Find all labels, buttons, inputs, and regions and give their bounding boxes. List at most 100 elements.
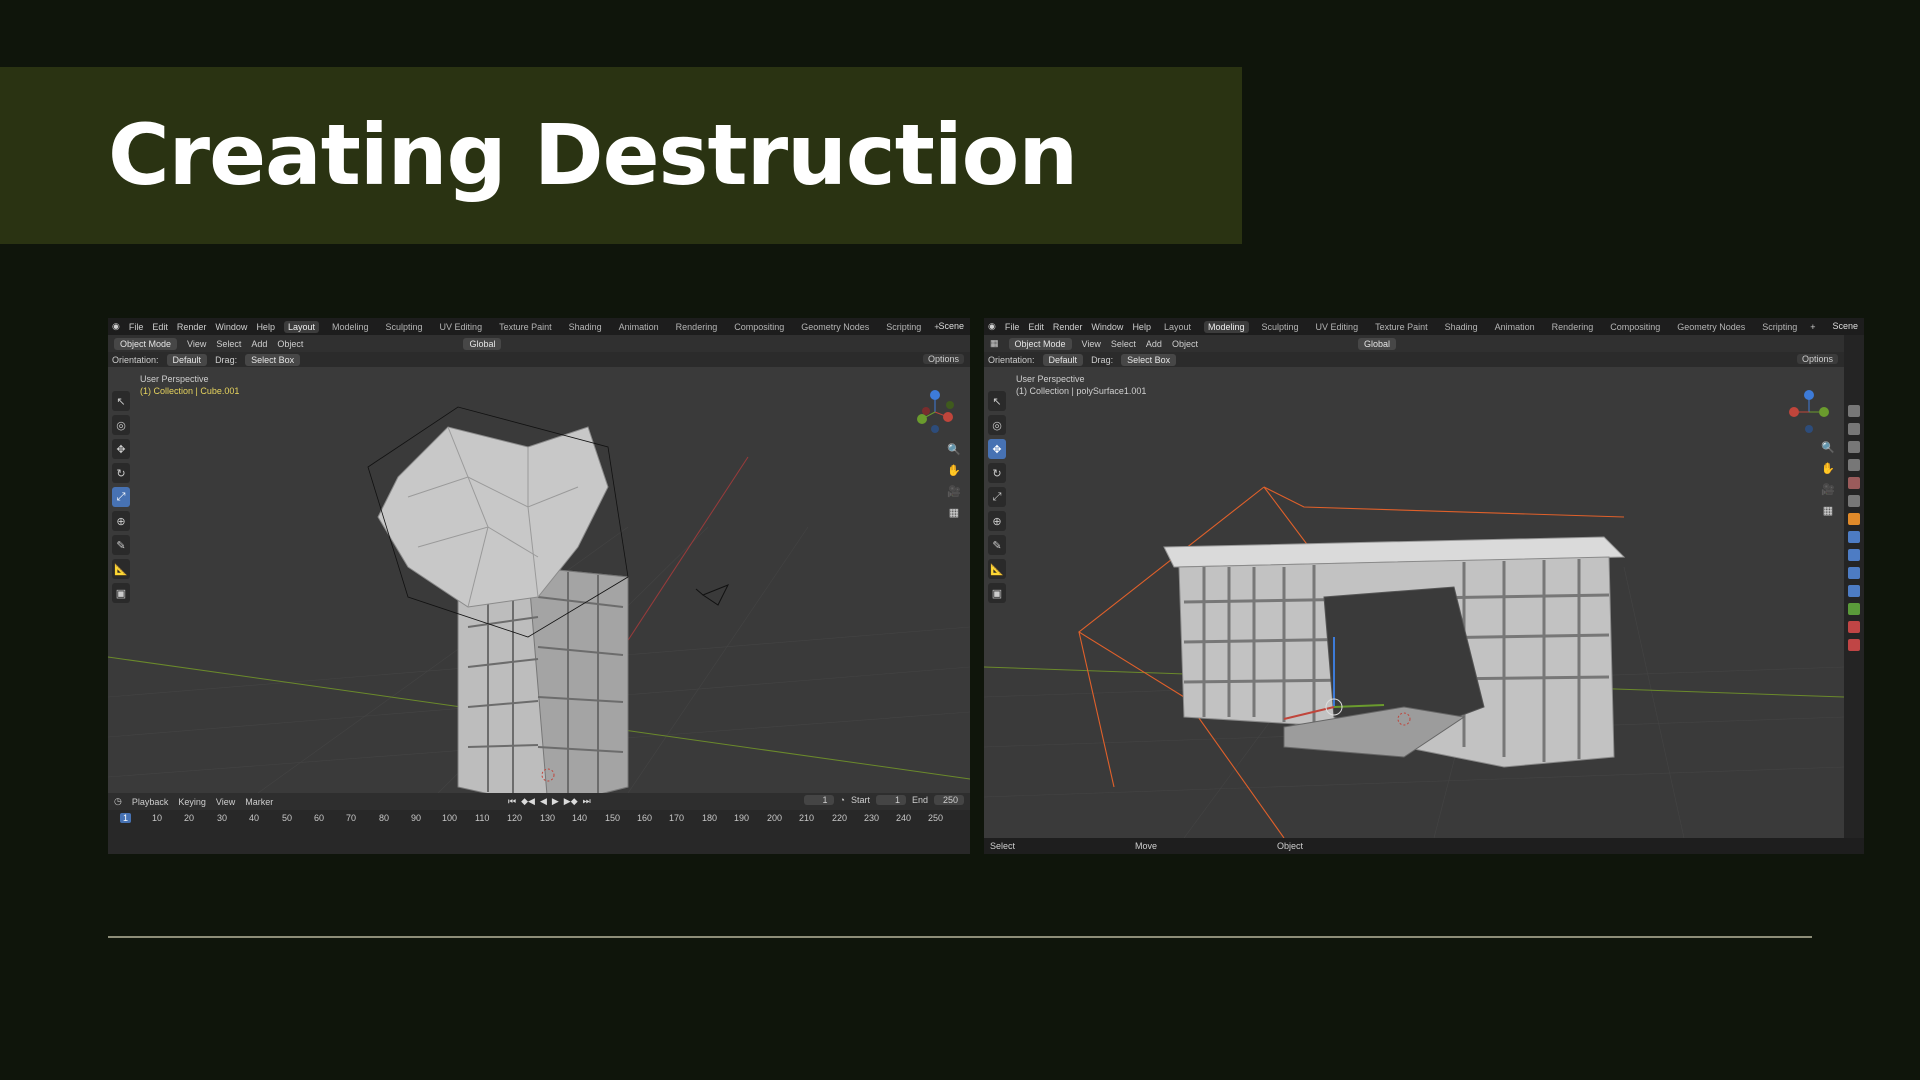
annotate-tool-icon[interactable]: ✎	[988, 535, 1006, 555]
tab-rendering[interactable]: Rendering	[1548, 321, 1598, 333]
modifier-properties-icon[interactable]	[1848, 531, 1860, 543]
playhead-frame[interactable]: 1	[120, 813, 132, 823]
object-properties-icon[interactable]	[1848, 513, 1860, 525]
current-frame-field[interactable]: 1	[803, 795, 834, 805]
clock-icon[interactable]: ◔	[840, 795, 845, 805]
menu-help[interactable]: Help	[256, 322, 275, 332]
tab-layout[interactable]: Layout	[1160, 321, 1195, 333]
add-cube-tool-icon[interactable]: ▣	[988, 583, 1006, 603]
tab-uv-editing[interactable]: UV Editing	[436, 321, 487, 333]
tab-modeling[interactable]: Modeling	[1203, 320, 1249, 333]
tab-shading[interactable]: Shading	[565, 321, 606, 333]
jump-end-icon[interactable]: ⏭	[583, 796, 591, 807]
tab-compositing[interactable]: Compositing	[1606, 321, 1664, 333]
scene-properties-icon[interactable]	[1848, 477, 1860, 489]
render-properties-icon[interactable]	[1848, 423, 1860, 435]
output-properties-icon[interactable]	[1848, 441, 1860, 453]
orientation-dropdown[interactable]: Default	[166, 353, 208, 366]
menu-edit[interactable]: Edit	[152, 322, 168, 332]
blender-logo-icon[interactable]: ◉	[988, 321, 996, 332]
mode-dropdown[interactable]: Object Mode	[1008, 337, 1072, 350]
menu-file[interactable]: File	[129, 322, 144, 332]
tab-scripting[interactable]: Scripting	[882, 321, 925, 333]
menu-marker[interactable]: Marker	[245, 797, 273, 807]
tab-layout[interactable]: Layout	[283, 320, 319, 333]
menu-timeline-view[interactable]: View	[216, 797, 235, 807]
menu-edit[interactable]: Edit	[1028, 322, 1044, 332]
start-frame-field[interactable]: 1	[875, 795, 906, 805]
tab-modeling[interactable]: Modeling	[328, 321, 373, 333]
play-icon[interactable]: ▶	[552, 796, 559, 807]
move-tool-icon[interactable]: ✥	[988, 439, 1006, 459]
tab-sculpting[interactable]: Sculpting	[382, 321, 427, 333]
zoom-icon[interactable]: 🔍	[1820, 441, 1836, 457]
tab-texture-paint[interactable]: Texture Paint	[1371, 321, 1432, 333]
tool-properties-icon[interactable]	[1848, 405, 1860, 417]
menu-add[interactable]: Add	[1146, 339, 1162, 349]
pan-hand-icon[interactable]: ✋	[946, 464, 962, 480]
menu-help[interactable]: Help	[1132, 322, 1151, 332]
tab-animation[interactable]: Animation	[615, 321, 663, 333]
scale-tool-icon[interactable]: ⤢	[988, 487, 1006, 507]
tab-compositing[interactable]: Compositing	[730, 321, 788, 333]
menu-window[interactable]: Window	[1091, 322, 1123, 332]
tab-scripting[interactable]: Scripting	[1758, 321, 1801, 333]
options-button[interactable]: Options	[1796, 354, 1838, 364]
next-key-icon[interactable]: ▶◆	[564, 796, 578, 807]
cursor-tool-icon[interactable]: ◎	[988, 415, 1006, 435]
scene-selector[interactable]: Scene	[938, 321, 964, 331]
tab-animation[interactable]: Animation	[1491, 321, 1539, 333]
physics-properties-icon[interactable]	[1848, 567, 1860, 579]
menu-render[interactable]: Render	[1053, 322, 1083, 332]
orientation-dropdown[interactable]: Default	[1042, 353, 1084, 366]
pan-hand-icon[interactable]: ✋	[1820, 462, 1836, 478]
3d-viewport[interactable]: User Perspective (1) Collection | Cube.0…	[108, 367, 970, 793]
select-tool-icon[interactable]: ↖	[988, 391, 1006, 411]
prev-key-icon[interactable]: ◆◀	[521, 796, 535, 807]
menu-add[interactable]: Add	[251, 339, 267, 349]
particle-properties-icon[interactable]	[1848, 549, 1860, 561]
transform-orientation-dropdown[interactable]: Global	[1357, 337, 1396, 350]
measure-tool-icon[interactable]: 📐	[112, 559, 130, 579]
end-frame-field[interactable]: 250	[934, 795, 964, 805]
tab-texture-paint[interactable]: Texture Paint	[495, 321, 556, 333]
tab-shading[interactable]: Shading	[1441, 321, 1482, 333]
add-workspace-icon[interactable]: +	[1810, 322, 1815, 332]
camera-view-icon[interactable]: 🎥	[1820, 483, 1836, 499]
tab-sculpting[interactable]: Sculpting	[1258, 321, 1303, 333]
navigation-gizmo[interactable]	[1786, 389, 1832, 435]
camera-view-icon[interactable]: 🎥	[946, 485, 962, 501]
editor-type-icon[interactable]: ▦	[990, 338, 999, 349]
menu-window[interactable]: Window	[215, 322, 247, 332]
options-button[interactable]: Options	[922, 354, 964, 364]
tab-rendering[interactable]: Rendering	[672, 321, 722, 333]
scale-tool-icon[interactable]: ⤢	[112, 487, 130, 507]
menu-object[interactable]: Object	[1172, 339, 1198, 349]
transform-tool-icon[interactable]: ⊕	[112, 511, 130, 531]
annotate-tool-icon[interactable]: ✎	[112, 535, 130, 555]
cursor-tool-icon[interactable]: ◎	[112, 415, 130, 435]
view-layer-icon[interactable]	[1848, 459, 1860, 471]
tab-geometry-nodes[interactable]: Geometry Nodes	[1673, 321, 1749, 333]
menu-select[interactable]: Select	[1111, 339, 1136, 349]
navigation-gizmo[interactable]	[912, 389, 958, 435]
menu-select[interactable]: Select	[216, 339, 241, 349]
zoom-icon[interactable]: 🔍	[946, 443, 962, 459]
measure-tool-icon[interactable]: 📐	[988, 559, 1006, 579]
world-properties-icon[interactable]	[1848, 495, 1860, 507]
grid-view-icon[interactable]: ▦	[1820, 504, 1836, 520]
play-reverse-icon[interactable]: ◀	[540, 796, 547, 807]
grid-view-icon[interactable]: ▦	[946, 506, 962, 522]
transform-orientation-dropdown[interactable]: Global	[463, 337, 502, 350]
jump-start-icon[interactable]: ⏮	[508, 796, 516, 807]
transform-tool-icon[interactable]: ⊕	[988, 511, 1006, 531]
data-properties-icon[interactable]	[1848, 603, 1860, 615]
add-cube-tool-icon[interactable]: ▣	[112, 583, 130, 603]
menu-file[interactable]: File	[1005, 322, 1020, 332]
menu-playback[interactable]: Playback	[132, 797, 169, 807]
menu-keying[interactable]: Keying	[178, 797, 206, 807]
scene-selector[interactable]: Scene	[1832, 321, 1858, 331]
menu-render[interactable]: Render	[177, 322, 207, 332]
move-tool-icon[interactable]: ✥	[112, 439, 130, 459]
select-tool-icon[interactable]: ↖	[112, 391, 130, 411]
